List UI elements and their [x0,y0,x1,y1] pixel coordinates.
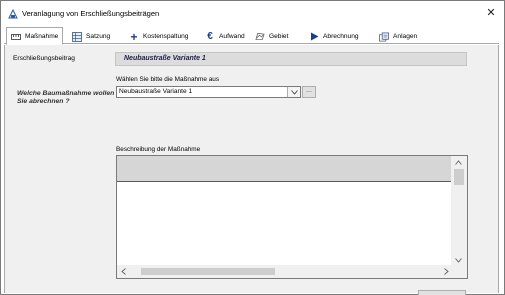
tab-label: Maßnahme [25,32,59,40]
measure-icon [11,31,21,41]
window-title: Veranlagung von Erschließungsbeiträgen [22,9,160,18]
tab-satzung[interactable]: Satzung [67,29,115,44]
tab-anlagen[interactable]: Anlagen [374,29,422,44]
plus-icon: + [130,29,138,44]
chevron-down-icon[interactable] [287,87,300,97]
tab-aufwand[interactable]: € Aufwand [200,29,250,44]
tab-label: Kostenspaltung [143,33,189,40]
tab-kostenspaltung[interactable]: + Kostenspaltung [124,29,193,44]
measure-header: Neubaustraße Variante 1 [124,55,206,62]
title-bar: Veranlagung von Erschließungsbeiträgen ✕ [1,1,504,26]
vertical-scroll-thumb[interactable] [454,169,464,185]
attachments-icon [379,32,389,42]
tab-label: Aufwand [219,33,245,40]
tab-abrechnung[interactable]: Abrechnung [304,29,364,44]
description-label: Beschreibung der Maßnahme [116,146,201,153]
measure-select[interactable]: Neubaustraße Variante 1 [116,86,301,98]
tab-gebiet[interactable]: Gebiet [250,29,293,44]
close-button[interactable]: ✕ [482,5,500,21]
browse-button[interactable]: ... [302,86,316,98]
choose-measure-label: Wählen Sie bitte die Maßnahme aus [116,76,220,83]
tab-label: Anlagen [393,33,418,40]
bottom-button[interactable] [418,290,466,295]
category-label: Erschließungsbeitrag [13,55,75,62]
tab-bar: Maßnahme Satzung + Kostenspaltung € Aufw… [4,27,499,45]
tab-label: Gebiet [269,33,289,40]
scroll-right-icon[interactable] [444,268,449,277]
scroll-down-icon[interactable] [455,258,462,265]
horizontal-scroll-thumb[interactable] [141,268,275,275]
statute-icon [72,31,82,42]
area-icon [255,32,265,42]
description-header-band [117,156,451,182]
scroll-corner [451,265,467,278]
scroll-left-icon[interactable] [121,268,126,277]
tab-label: Abrechnung [323,33,359,40]
tab-massnahme[interactable]: Maßnahme [6,27,64,45]
scroll-up-icon[interactable] [455,160,462,167]
play-icon [309,32,319,42]
app-icon [8,8,18,19]
question-label: Welche Baumaßnahme wollen Sie abrechnen … [17,90,115,105]
tab-label: Satzung [86,33,111,40]
euro-icon: € [207,31,213,42]
